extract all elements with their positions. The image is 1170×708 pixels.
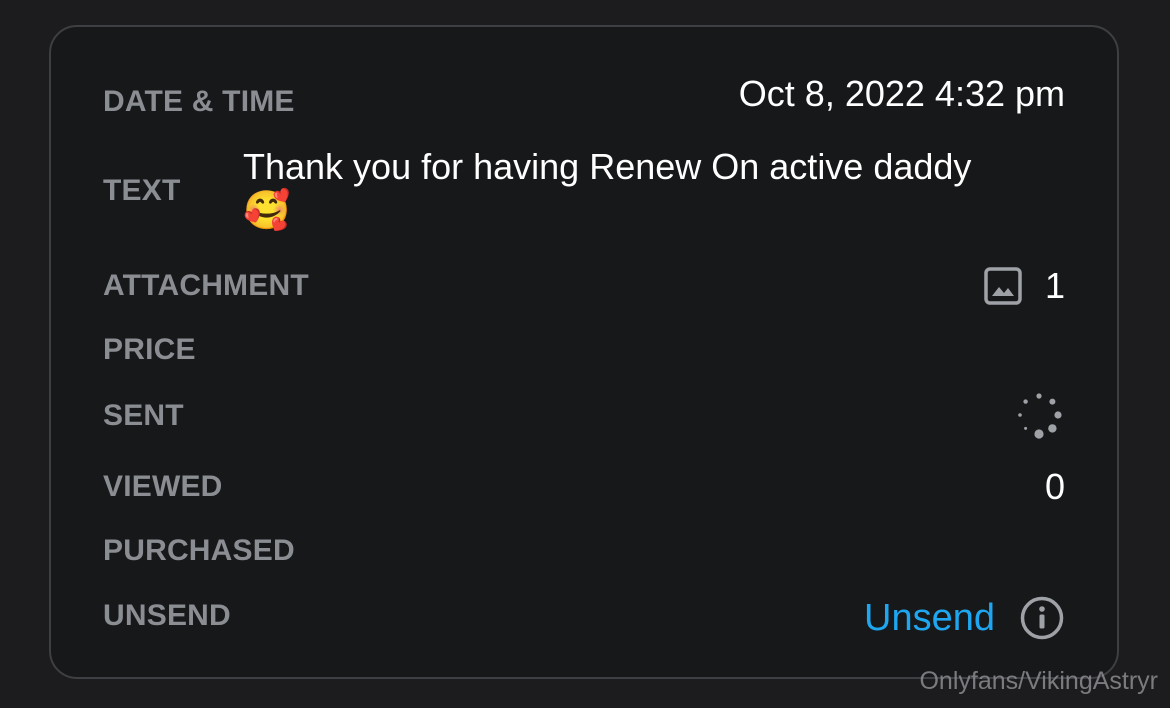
loading-spinner-icon [1018, 393, 1062, 439]
unsend-action: Unsend [864, 595, 1065, 641]
info-icon[interactable] [1019, 595, 1065, 641]
unsend-button[interactable]: Unsend [864, 596, 995, 640]
watermark: Onlyfans/VikingAstryr [919, 667, 1158, 695]
price-label: PRICE [103, 333, 196, 366]
image-icon [984, 267, 1022, 305]
message-details-card: DATE & TIME Oct 8, 2022 4:32 pm TEXT Tha… [49, 25, 1119, 679]
text-label: TEXT [103, 174, 181, 207]
message-text-body: Thank you for having Renew On active dad… [243, 146, 972, 187]
sent-label: SENT [103, 399, 184, 432]
message-text: Thank you for having Renew On active dad… [243, 145, 1043, 233]
purchased-label: PURCHASED [103, 534, 295, 567]
attachment-label: ATTACHMENT [103, 269, 309, 302]
unsend-label: UNSEND [103, 599, 231, 632]
attachment-count: 1 [1044, 265, 1065, 306]
smiling-face-with-hearts-emoji: 🥰 [243, 190, 291, 232]
date-time-value: Oct 8, 2022 4:32 pm [738, 73, 1065, 114]
attachment-value[interactable]: 1 [983, 265, 1065, 307]
viewed-value: 0 [1044, 466, 1065, 507]
date-time-label: DATE & TIME [103, 85, 295, 118]
viewed-label: VIEWED [103, 470, 223, 503]
